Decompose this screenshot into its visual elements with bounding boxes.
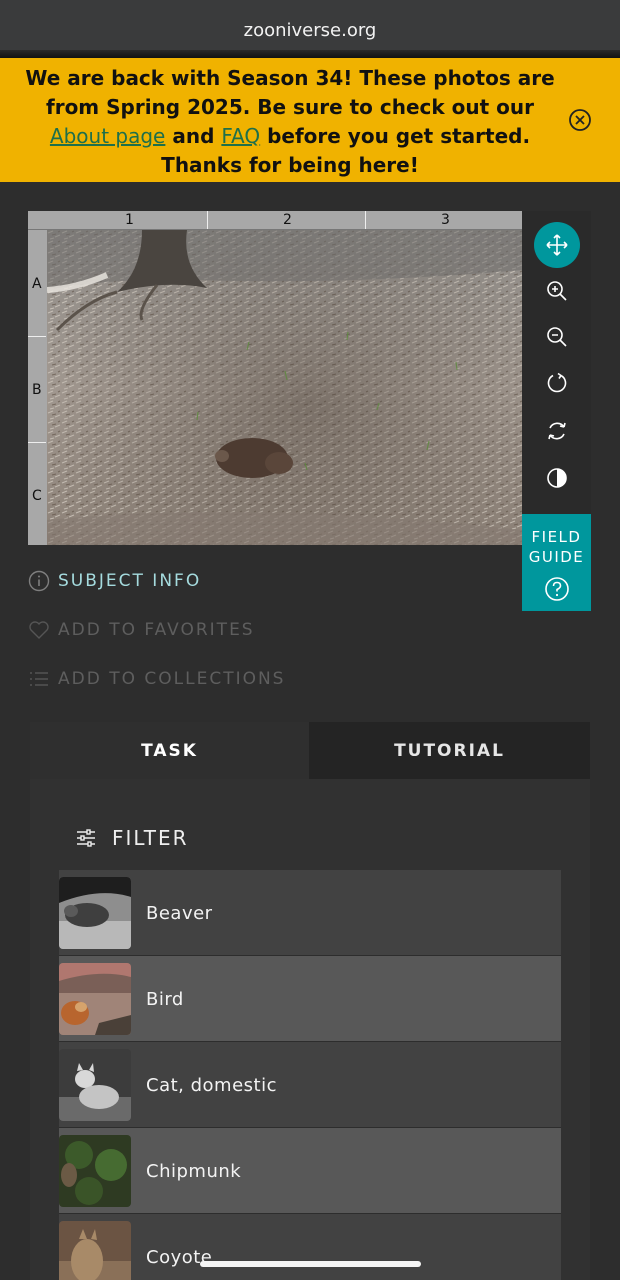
- species-choice-list: Beaver Bird Cat, domestic Chipmunk Coyot…: [59, 870, 561, 1280]
- info-icon: [28, 570, 50, 592]
- choice-chipmunk[interactable]: Chipmunk: [59, 1128, 561, 1214]
- ruler-divider: [28, 442, 46, 443]
- grid-column-label: 1: [125, 212, 134, 228]
- invert-button[interactable]: [534, 455, 580, 501]
- sliders-icon: [77, 829, 95, 847]
- reset-icon: [548, 422, 566, 440]
- choice-label: Coyote: [146, 1246, 213, 1268]
- home-indicator[interactable]: [200, 1261, 421, 1267]
- banner-text-1: We are back with Season 34! These photos…: [25, 66, 555, 119]
- list-icon: [30, 672, 48, 686]
- choice-label: Chipmunk: [146, 1160, 242, 1182]
- ruler-divider: [365, 211, 366, 229]
- rotate-icon: [547, 372, 567, 393]
- grid-row-label: C: [32, 488, 42, 504]
- browser-url-bar[interactable]: zooniverse.org: [0, 0, 620, 58]
- beaver-thumbnail: [59, 877, 131, 949]
- url-text: zooniverse.org: [243, 20, 377, 41]
- field-guide-line-2: GUIDE: [528, 548, 585, 566]
- task-tabs: TASK TUTORIAL: [30, 722, 590, 779]
- grid-row-label: B: [32, 382, 42, 398]
- choice-coyote[interactable]: Coyote: [59, 1214, 561, 1280]
- choice-cat-domestic[interactable]: Cat, domestic: [59, 1042, 561, 1128]
- coyote-thumbnail: [59, 1221, 131, 1280]
- bird-thumbnail: [59, 963, 131, 1035]
- faq-link[interactable]: FAQ: [221, 124, 260, 148]
- grid-column-label: 2: [283, 212, 292, 228]
- field-guide-button[interactable]: FIELD GUIDE: [522, 514, 591, 611]
- zoom-out-icon: [547, 327, 567, 347]
- ruler-divider: [207, 211, 208, 229]
- invert-icon: [547, 468, 567, 488]
- choice-beaver[interactable]: Beaver: [59, 870, 561, 956]
- zoom-out-button[interactable]: [534, 314, 580, 360]
- add-to-collections-button[interactable]: ADD TO COLLECTIONS: [28, 666, 285, 692]
- grid-ruler-rows: A B C: [28, 230, 47, 545]
- subject-photo[interactable]: [47, 230, 522, 545]
- cat-thumbnail: [59, 1049, 131, 1121]
- subject-info-label: SUBJECT INFO: [58, 571, 202, 591]
- grid-row-label: A: [32, 276, 42, 292]
- reset-button[interactable]: [534, 408, 580, 454]
- choice-label: Cat, domestic: [146, 1074, 277, 1096]
- url-bar-shadow: [0, 50, 620, 58]
- grid-column-label: 3: [441, 212, 450, 228]
- rotate-button[interactable]: [534, 360, 580, 406]
- choice-label: Beaver: [146, 902, 213, 924]
- ruler-divider: [28, 336, 46, 337]
- filter-label: FILTER: [112, 826, 189, 850]
- heart-icon: [29, 621, 49, 639]
- add-to-collections-label: ADD TO COLLECTIONS: [58, 669, 286, 689]
- chipmunk-thumbnail: [59, 1135, 131, 1207]
- choice-label: Bird: [146, 988, 184, 1010]
- add-to-favorites-label: ADD TO FAVORITES: [58, 620, 255, 640]
- choice-bird[interactable]: Bird: [59, 956, 561, 1042]
- subject-info-link[interactable]: SUBJECT INFO: [28, 568, 201, 594]
- move-tool-button[interactable]: [534, 222, 580, 268]
- grid-ruler-columns: 1 2 3: [28, 211, 522, 230]
- banner-text-2: before you get started. Thanks for being…: [161, 124, 531, 177]
- task-panel: TASK TUTORIAL FILTER Beaver Bird Cat, do…: [30, 722, 590, 1280]
- tab-task[interactable]: TASK: [30, 722, 309, 779]
- close-circle-icon[interactable]: [568, 108, 592, 132]
- zoom-in-icon: [547, 281, 567, 301]
- move-icon: [546, 234, 568, 256]
- tab-tutorial[interactable]: TUTORIAL: [309, 722, 590, 779]
- field-guide-label: FIELD GUIDE: [522, 514, 591, 567]
- filter-button[interactable]: FILTER: [74, 822, 189, 854]
- viewer-toolbar: [522, 211, 591, 516]
- add-to-favorites-button[interactable]: ADD TO FAVORITES: [28, 617, 255, 643]
- help-icon: [545, 577, 569, 601]
- announcement-banner: We are back with Season 34! These photos…: [0, 58, 620, 182]
- field-guide-line-1: FIELD: [531, 528, 582, 546]
- about-page-link[interactable]: About page: [50, 124, 165, 148]
- banner-message: We are back with Season 34! These photos…: [20, 64, 560, 180]
- subject-viewer[interactable]: 1 2 3 A B C: [28, 211, 522, 545]
- banner-text-and: and: [172, 124, 215, 148]
- zoom-in-button[interactable]: [534, 268, 580, 314]
